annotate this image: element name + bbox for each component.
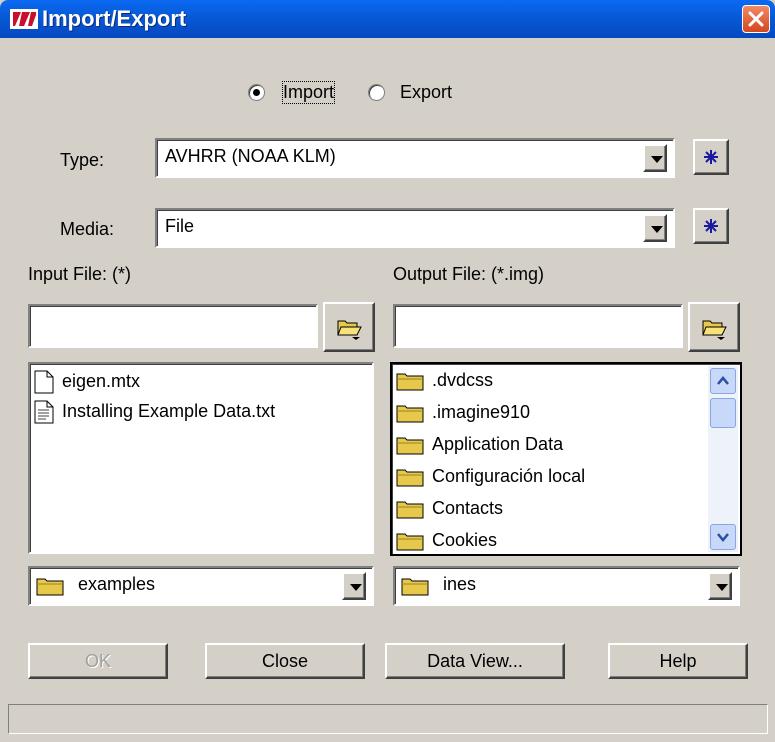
type-options-button[interactable] [693,139,729,175]
output-list-scrollbar[interactable] [708,366,738,552]
asterisk-icon [704,219,718,233]
folder-name: Configuración local [432,466,586,486]
data-view-button[interactable]: Data View... [385,643,565,679]
media-dropdown[interactable]: File [155,208,675,248]
output-folder-list[interactable]: .dvdcss .imagine910 Application Data Con… [390,362,742,556]
close-icon [748,11,764,27]
output-directory-dropdown[interactable]: ines [393,566,740,606]
folder-icon [396,533,424,551]
folder-icon [36,578,64,596]
close-window-button[interactable] [742,5,770,33]
input-directory-dropdown-button[interactable] [342,572,366,600]
export-radio[interactable] [368,84,385,101]
output-file-field[interactable] [393,304,683,348]
chevron-down-icon [651,156,663,163]
output-file-label: Output File: (*.img) [393,264,545,284]
file-name: eigen.mtx [62,370,141,391]
title-bar: Import/Export [0,0,775,38]
list-item[interactable]: Application Data [396,434,563,455]
folder-name: Cookies [432,530,498,550]
open-folder-icon [702,320,727,340]
file-icon [34,370,54,394]
folder-icon [396,469,424,487]
list-item[interactable]: eigen.mtx [34,370,140,394]
type-label: Type: [60,150,105,170]
folder-name: .dvdcss [432,370,494,390]
input-directory-value: examples [78,574,156,594]
media-dropdown-button[interactable] [643,214,667,242]
input-file-list[interactable]: eigen.mtx Installing Example Data.txt [28,362,374,554]
folder-icon [396,405,424,423]
list-item[interactable]: .imagine910 [396,402,530,423]
text-file-icon [34,400,54,424]
import-radio[interactable] [248,84,265,101]
input-browse-button[interactable] [323,302,375,352]
folder-icon [396,437,424,455]
list-item[interactable]: Configuración local [396,466,585,487]
type-value: AVHRR (NOAA KLM) [165,146,336,166]
import-label[interactable]: Import [281,81,336,104]
list-item[interactable]: Installing Example Data.txt [34,400,275,424]
window-title: Import/Export [42,6,187,31]
chevron-down-icon [651,226,663,233]
help-button[interactable]: Help [608,643,748,679]
folder-icon [396,373,424,391]
status-bar [8,704,768,734]
folder-name: .imagine910 [432,402,531,422]
media-value: File [165,216,195,236]
scroll-up-button[interactable] [710,368,736,394]
ok-button[interactable]: OK [28,643,168,679]
folder-icon [401,578,429,596]
scroll-thumb[interactable] [710,398,736,428]
output-directory-dropdown-button[interactable] [708,572,732,600]
input-file-field[interactable] [28,304,318,348]
folder-icon [396,501,424,519]
input-directory-dropdown[interactable]: examples [28,566,374,606]
type-dropdown[interactable]: AVHRR (NOAA KLM) [155,138,675,178]
asterisk-icon [704,150,718,164]
chevron-down-icon [716,584,728,591]
chevron-up-icon [717,376,729,385]
open-folder-icon [337,320,362,340]
list-item[interactable]: Cookies [396,530,497,551]
file-name: Installing Example Data.txt [62,400,276,421]
folder-name: Application Data [432,434,564,454]
folder-name: Contacts [432,498,504,518]
list-item[interactable]: .dvdcss [396,370,493,391]
media-options-button[interactable] [693,208,729,244]
export-label[interactable]: Export [400,82,452,103]
import-export-dialog: Import/Export Import Export Type: AVHRR … [0,0,775,742]
app-logo-icon [10,9,38,29]
type-dropdown-button[interactable] [643,144,667,172]
list-item[interactable]: Contacts [396,498,503,519]
input-file-label: Input File: (*) [28,264,132,284]
chevron-down-icon [350,584,362,591]
output-browse-button[interactable] [688,302,740,352]
media-label: Media: [60,219,115,239]
chevron-down-icon [717,533,729,542]
scroll-down-button[interactable] [710,524,736,550]
output-directory-value: ines [443,574,477,594]
close-button[interactable]: Close [205,643,365,679]
